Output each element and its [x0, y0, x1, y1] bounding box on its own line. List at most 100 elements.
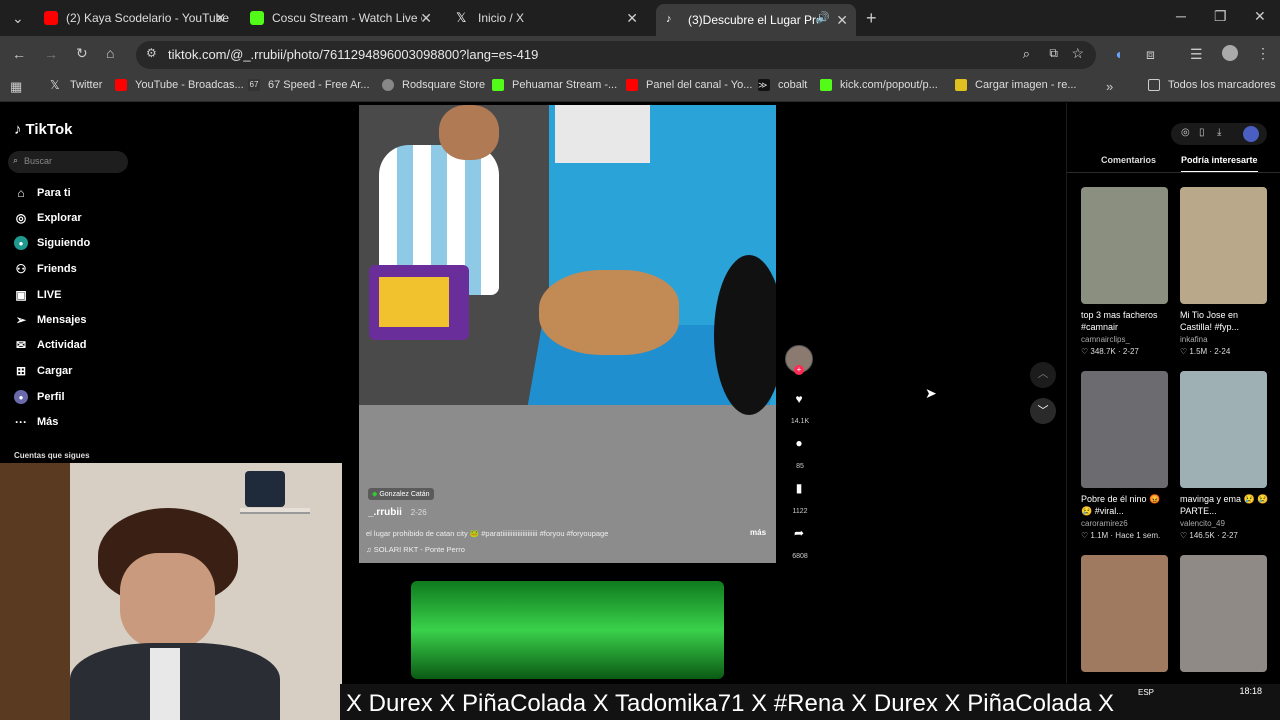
user-avatar-icon[interactable] — [1243, 126, 1259, 142]
bookmark-label: Cargar imagen - re... — [975, 79, 1077, 91]
tab-list-icon[interactable]: ☰ — [1190, 46, 1203, 63]
menu-kebab-icon[interactable]: ⋮ — [1256, 45, 1270, 62]
activity-icon: ✉ — [15, 338, 27, 352]
reload-icon[interactable]: ↻ — [76, 45, 88, 62]
suggestion-thumbnail[interactable] — [1081, 187, 1168, 304]
nav-label: Explorar — [37, 212, 82, 224]
bookmark-pehuamar[interactable]: Pehuamar Stream -... — [492, 79, 617, 91]
nav-friends[interactable]: ⚇ Friends — [14, 262, 77, 276]
caption-more-link[interactable]: más — [750, 528, 766, 537]
speaker-icon[interactable]: 🔊 — [816, 11, 830, 24]
bookmark-kick-popout[interactable]: kick.com/popout/p... — [820, 79, 938, 91]
zoom-icon[interactable]: ⌕ — [1023, 46, 1030, 62]
tab-tiktok[interactable]: ♪ (3)Descubre el Lugar Prohibido 🔊 ✕ — [656, 4, 856, 36]
suggestion-thumbnail[interactable] — [1180, 187, 1267, 304]
compass-icon: ◎ — [15, 211, 27, 225]
nav-perfil[interactable]: ● Perfil — [14, 390, 65, 404]
tab-youtube[interactable]: (2) Kaya Scodelario - YouTube ✕ — [34, 4, 234, 32]
post-caption: el lugar prohibido de catan city 🐸 #para… — [366, 529, 609, 538]
tiktok-logo[interactable]: ♪ TikTok — [14, 121, 72, 138]
url-text: tiktok.com/@_.rrubii/photo/7611294896003… — [168, 47, 539, 62]
suggestion-thumbnail[interactable] — [1081, 371, 1168, 488]
bookmark-youtube-broadcast[interactable]: YouTube - Broadcas... — [115, 79, 244, 91]
close-icon[interactable]: ✕ — [626, 10, 638, 27]
taskbar-clock: 18:18 — [1210, 686, 1262, 696]
all-bookmarks[interactable]: Todos los marcadores — [1148, 79, 1276, 91]
home-icon[interactable]: ⌂ — [106, 45, 114, 61]
share-button[interactable]: ➦ — [788, 526, 810, 548]
nav-mensajes[interactable]: ➢ Mensajes — [14, 313, 87, 327]
site-info-icon[interactable]: ⚙ — [146, 46, 157, 60]
extensions-icon[interactable]: ⧈ — [1146, 46, 1155, 63]
bookmark-panel-canal[interactable]: Panel del canal - Yo... — [626, 79, 752, 91]
comment-button[interactable]: ● — [788, 436, 810, 458]
bookmark-star-icon[interactable]: ☆ — [1071, 45, 1084, 62]
store-icon — [382, 79, 394, 91]
tab-search-chevron-icon[interactable]: ⌄ — [12, 10, 24, 27]
back-icon[interactable]: ← — [12, 46, 26, 62]
compass-icon[interactable]: ◎ — [1181, 127, 1190, 138]
download-icon[interactable]: ⤓ — [1217, 127, 1221, 138]
post-username[interactable]: _.rrubii — [368, 507, 402, 518]
save-button[interactable]: ▮ — [788, 481, 810, 503]
youtube-icon — [626, 79, 638, 91]
minimize-icon[interactable]: ─ — [1176, 8, 1186, 24]
suggestion-thumbnail[interactable] — [1081, 555, 1168, 672]
profile-avatar-icon[interactable] — [1222, 45, 1238, 61]
bookmark-twitter[interactable]: 𝕏 Twitter — [50, 79, 102, 91]
messages-icon: ➢ — [15, 313, 27, 327]
close-icon[interactable]: ✕ — [420, 10, 432, 27]
tab-x[interactable]: 𝕏 Inicio / X ✕ — [446, 4, 646, 32]
nav-actividad[interactable]: ✉ Actividad — [14, 338, 87, 352]
bookmark-cobalt[interactable]: ≫ cobalt — [758, 79, 807, 91]
scroll-up-button[interactable]: ︿ — [1030, 362, 1056, 388]
tab-comentarios[interactable]: Comentarios — [1101, 155, 1156, 165]
close-window-icon[interactable]: ✕ — [1254, 8, 1266, 25]
like-button[interactable]: ♥ — [788, 392, 810, 414]
boy-face — [439, 105, 499, 160]
tiktok-photo-post[interactable]: ◆ Gonzalez Catán _.rrubii 2-26 el lugar … — [359, 105, 776, 563]
tab-kick[interactable]: Coscu Stream - Watch Live on Kick ✕ — [240, 4, 440, 32]
bookmark-rodsquare[interactable]: Rodsquare Store — [382, 79, 485, 91]
suggestion-user: valencito_49 — [1180, 519, 1225, 528]
address-bar[interactable]: ⚙ tiktok.com/@_.rrubii/photo/76112948960… — [136, 41, 1096, 69]
forward-icon[interactable]: → — [44, 46, 58, 62]
stream-ticker: X Durex X PiñaColada X Tadomika71 X #Ren… — [346, 690, 1114, 717]
close-icon[interactable]: ✕ — [214, 10, 226, 27]
nav-cargar[interactable]: ⊞ Cargar — [14, 364, 73, 378]
following-header: Cuentas que sigues — [14, 451, 90, 460]
restore-icon[interactable]: ❐ — [1214, 8, 1227, 25]
more-bookmarks-icon[interactable]: » — [1106, 79, 1113, 94]
suggestion-stats: ♡ 146.5K · 2-27 — [1180, 531, 1238, 540]
apps-grid-icon[interactable]: ▦ — [10, 79, 22, 95]
nav-explorar[interactable]: ◎ Explorar — [14, 211, 82, 225]
next-post-preview[interactable] — [411, 581, 724, 679]
suggestion-thumbnail[interactable] — [1180, 371, 1267, 488]
close-icon[interactable]: ✕ — [836, 12, 848, 29]
bookmark-67-speed[interactable]: 67 67 Speed - Free Ar... — [248, 79, 370, 91]
post-author-line: _.rrubii 2-26 — [368, 507, 427, 518]
search-input[interactable]: ⌕ Buscar — [8, 151, 128, 173]
nav-siguiendo[interactable]: ● Siguiendo — [14, 236, 90, 250]
install-icon[interactable]: ⧉ — [1049, 46, 1058, 61]
location-tag[interactable]: ◆ Gonzalez Catán — [368, 488, 434, 500]
suggestion-thumbnail[interactable] — [1180, 555, 1267, 672]
friends-icon: ⚇ — [15, 262, 27, 276]
device-icon[interactable]: ▯ — [1199, 127, 1205, 138]
nav-mas[interactable]: ··· Más — [14, 415, 58, 429]
heart-icon: ♡ — [1180, 531, 1188, 540]
music-line[interactable]: ♫ SOLARI RKT - Ponte Perro — [366, 545, 465, 554]
nav-live[interactable]: ▣ LIVE — [14, 288, 61, 302]
nav-para-ti[interactable]: ⌂ Para ti — [14, 186, 70, 200]
tab-podria-interesarte[interactable]: Podría interesarte — [1181, 155, 1258, 173]
cobalt-icon: ≫ — [758, 79, 770, 91]
x-icon: 𝕏 — [50, 78, 60, 92]
new-tab-icon[interactable]: + — [866, 8, 877, 29]
bookmarks-bar: ▦ 𝕏 Twitter YouTube - Broadcas... 67 67 Sp… — [0, 74, 1280, 102]
extension-wave-icon[interactable]: ◖ — [1114, 46, 1122, 62]
bookmark-cargar-imagen[interactable]: Cargar imagen - re... — [955, 79, 1076, 91]
scroll-down-button[interactable]: ﹀ — [1030, 398, 1056, 424]
folder-icon — [1148, 79, 1160, 91]
nav-label: Perfil — [37, 391, 65, 403]
follow-plus-icon[interactable]: + — [794, 365, 804, 375]
